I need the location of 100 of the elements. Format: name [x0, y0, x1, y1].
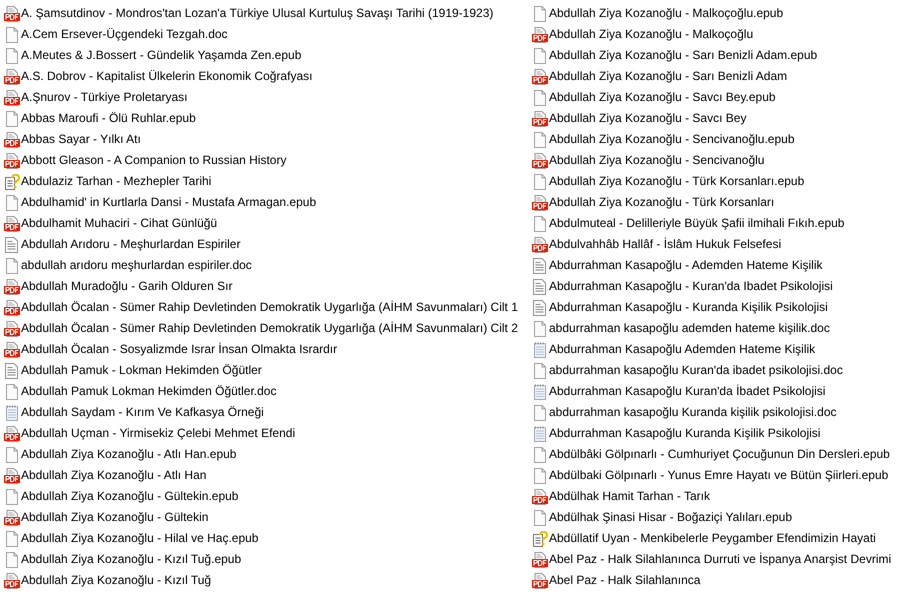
- notepad-icon: [532, 342, 548, 358]
- file-name[interactable]: Abdullah Ziya Kozanoğlu - Malkoçoğlu.epub: [549, 6, 784, 21]
- blank-file-icon: [532, 446, 548, 462]
- file-name[interactable]: Abdullah Muradoğlu - Garih Olduren Sır: [21, 279, 232, 294]
- pdf-file-icon: [4, 152, 20, 168]
- file-name[interactable]: Abdullah Ziya Kozanoğlu - Gültekin.epub: [21, 489, 238, 504]
- pdf-file-icon: [532, 194, 548, 210]
- blank-file-icon: [532, 90, 548, 106]
- file-name[interactable]: Abdurrahman Kasapoğlu Ademden Hateme Kişilik: [549, 342, 816, 357]
- file-name[interactable]: Abdurrahman Kasapoğlu Kuran'da İbadet Psikolojisi: [549, 384, 826, 399]
- pdf-file-icon: [532, 572, 548, 588]
- pdf-file-icon: [4, 320, 20, 336]
- unknown-file-icon: [4, 174, 20, 190]
- pdf-file-icon: [4, 90, 20, 106]
- blank-file-icon: [4, 384, 20, 400]
- pdf-file-icon: [4, 468, 20, 484]
- file-name[interactable]: Abdulaziz Tarhan - Mezhepler Tarihi: [21, 174, 212, 189]
- pdf-file-icon: [4, 68, 20, 84]
- file-name[interactable]: abdurrahman kasapoğlu Kuranda kişilik psikolojisi.doc: [549, 405, 836, 420]
- file-name[interactable]: Abdullah Arıdoru - Meşhurlardan Espiriler: [21, 237, 240, 252]
- blank-file-icon: [4, 110, 20, 126]
- blank-file-icon: [4, 488, 20, 504]
- file-name[interactable]: Abbas Sayar - Yılkı Atı: [21, 132, 141, 147]
- file-name[interactable]: Abdüllatif Uyan - Menkibelerle Peygamber Efendimizin Hayati: [549, 531, 876, 546]
- pdf-file-icon: [4, 300, 20, 316]
- blank-file-icon: [532, 216, 548, 232]
- file-name[interactable]: Abdullah Ziya Kozanoğlu - Kızıl Tuğ.epub: [21, 552, 242, 567]
- file-name[interactable]: Abdullah Pamuk - Lokman Hekimden Öğütler: [21, 363, 262, 378]
- pdf-file-icon: [532, 110, 548, 126]
- file-name[interactable]: Abdurrahman Kasapoğlu - Kuran'da Ibadet Psikolojisi: [549, 279, 833, 294]
- file-name[interactable]: Abdullah Ziya Kozanoğlu - Savcı Bey: [549, 111, 746, 126]
- file-name[interactable]: abdurrahman kasapoğlu ademden hateme kişilik.doc: [549, 321, 830, 336]
- blank-file-icon: [4, 258, 20, 274]
- file-name[interactable]: Abdullah Öcalan - Sümer Rahip Devletinden Demokratik Uygarlığa (AİHM Savunmaları) Cilt 1: [21, 300, 518, 315]
- text-file-icon: [532, 300, 548, 316]
- file-name[interactable]: Abdulhamid' in Kurtlarla Dansi - Mustafa Armagan.epub: [21, 195, 316, 210]
- file-name[interactable]: Abdülbâki Gölpınarlı - Cumhuriyet Çocuğunun Din Dersleri.epub: [549, 447, 890, 462]
- file-name[interactable]: A. Şamsutdinov - Mondros'tan Lozan'a Türkiye Ulusal Kurtuluş Savaşı Tarihi (1919-1923): [21, 6, 494, 21]
- file-name[interactable]: Abdullah Ziya Kozanoğlu - Sarı Benizli Adam: [549, 69, 788, 84]
- file-name[interactable]: Abdullah Uçman - Yirmisekiz Çelebi Mehmet Efendi: [21, 426, 296, 441]
- file-name[interactable]: Abdullah Ziya Kozanoğlu - Kızıl Tuğ: [21, 573, 212, 588]
- file-name[interactable]: Abdullah Ziya Kozanoğlu - Türk Korsanları: [549, 195, 774, 210]
- file-name[interactable]: Abdullah Ziya Kozanoğlu - Atlı Han.epub: [21, 447, 236, 462]
- file-name[interactable]: Abbas Maroufi - Ölü Ruhlar.epub: [21, 111, 196, 126]
- file-name[interactable]: Abdurrahman Kasapoğlu - Kuranda Kişilik Psikolojisi: [549, 300, 828, 315]
- pdf-file-icon: [4, 342, 20, 358]
- file-name[interactable]: A.Cem Ersever-Üçgendeki Tezgah.doc: [21, 27, 228, 42]
- file-name[interactable]: Abdülhak Şinasi Hisar - Boğaziçi Yalıları.epub: [549, 510, 792, 525]
- file-name[interactable]: Abdullah Ziya Kozanoğlu - Sarı Benizli Adam.epub: [549, 48, 818, 63]
- blank-file-icon: [4, 48, 20, 64]
- notepad-icon: [532, 384, 548, 400]
- pdf-file-icon: [532, 152, 548, 168]
- file-name[interactable]: Abdullah Öcalan - Sosyalizmde Israr İnsan Olmakta Isrardır: [21, 342, 338, 357]
- file-name[interactable]: Abbott Gleason - A Companion to Russian History: [21, 153, 286, 168]
- blank-file-icon: [532, 48, 548, 64]
- pdf-file-icon: [532, 236, 548, 252]
- pdf-file-icon: [532, 26, 548, 42]
- file-name[interactable]: A.Şnurov - Türkiye Proletaryası: [21, 90, 188, 105]
- file-name[interactable]: A.S. Dobrov - Kapitalist Ülkelerin Ekonomik Coğrafyası: [21, 69, 312, 84]
- file-name[interactable]: Abdülhak Hamit Tarhan - Tarık: [549, 489, 710, 504]
- text-file-icon: [532, 278, 548, 294]
- text-file-icon: [4, 236, 20, 252]
- file-name[interactable]: Abdullah Öcalan - Sümer Rahip Devletinden Demokratik Uygarlığa (AİHM Savunmaları) Cilt 2: [21, 321, 518, 336]
- file-name[interactable]: Abdulhamit Muhaciri - Cihat Günlüğü: [21, 216, 218, 231]
- file-name[interactable]: Abdullah Ziya Kozanoğlu - Sencivanoğlu.epub: [549, 132, 795, 147]
- file-name[interactable]: Abdullah Ziya Kozanoğlu - Hilal ve Haç.epub: [21, 531, 258, 546]
- file-name[interactable]: abdullah arıdoru meşhurlardan espiriler.doc: [21, 258, 252, 273]
- file-name[interactable]: Abdullah Ziya Kozanoğlu - Atlı Han: [21, 468, 206, 483]
- pdf-file-icon: [4, 426, 20, 442]
- file-name[interactable]: Abel Paz - Halk Silahlanınca: [549, 573, 700, 588]
- file-name[interactable]: Abdullah Ziya Kozanoğlu - Sencivanoğlu: [549, 153, 764, 168]
- file-name[interactable]: Abdullah Ziya Kozanoğlu - Gültekin: [21, 510, 208, 525]
- pdf-file-icon: [4, 216, 20, 232]
- file-name[interactable]: Abdullah Ziya Kozanoğlu - Malkoçoğlu: [549, 27, 754, 42]
- blank-file-icon: [532, 362, 548, 378]
- file-name[interactable]: Abdullah Ziya Kozanoğlu - Savcı Bey.epub: [549, 90, 776, 105]
- file-name[interactable]: Abdulvahhâb Hallâf - İslâm Hukuk Felsefesi: [549, 237, 782, 252]
- text-file-icon: [532, 258, 548, 274]
- file-name[interactable]: Abdülbaki Gölpınarlı - Yunus Emre Hayatı ve Bütün Şiirleri.epub: [549, 468, 888, 483]
- file-name[interactable]: Abdurrahman Kasapoğlu - Ademden Hateme Kişilik: [549, 258, 822, 273]
- notepad-icon: [4, 404, 20, 420]
- pdf-file-icon: [4, 132, 20, 148]
- pdf-file-icon: [532, 68, 548, 84]
- pdf-file-icon: [4, 572, 20, 588]
- file-name[interactable]: Abdullah Pamuk Lokman Hekimden Öğütler.doc: [21, 384, 276, 399]
- file-name[interactable]: A.Meutes & J.Bossert - Gündelik Yaşamda Zen.epub: [21, 48, 302, 63]
- file-name[interactable]: Abdullah Saydam - Kırım Ve Kafkasya Örneği: [21, 405, 264, 420]
- file-name[interactable]: Abdulmuteal - Delilleriyle Büyük Şafii ilmihali Fıkıh.epub: [549, 216, 844, 231]
- pdf-file-icon: [532, 488, 548, 504]
- pdf-file-icon: [4, 510, 20, 526]
- blank-file-icon: [4, 194, 20, 210]
- file-name[interactable]: Abdullah Ziya Kozanoğlu - Türk Korsanları.epub: [549, 174, 804, 189]
- file-name[interactable]: Abel Paz - Halk Silahlanınca Durruti ve İspanya Anarşist Devrimi: [549, 552, 892, 567]
- file-name[interactable]: Abdurrahman Kasapoğlu Kuranda Kişilik Psikolojisi: [549, 426, 820, 441]
- blank-file-icon: [532, 320, 548, 336]
- pdf-file-icon: [4, 278, 20, 294]
- blank-file-icon: [532, 174, 548, 190]
- file-name[interactable]: abdurrahman kasapoğlu Kuran'da ibadet psikolojisi.doc: [549, 363, 843, 378]
- blank-file-icon: [4, 26, 20, 42]
- text-file-icon: [4, 362, 20, 378]
